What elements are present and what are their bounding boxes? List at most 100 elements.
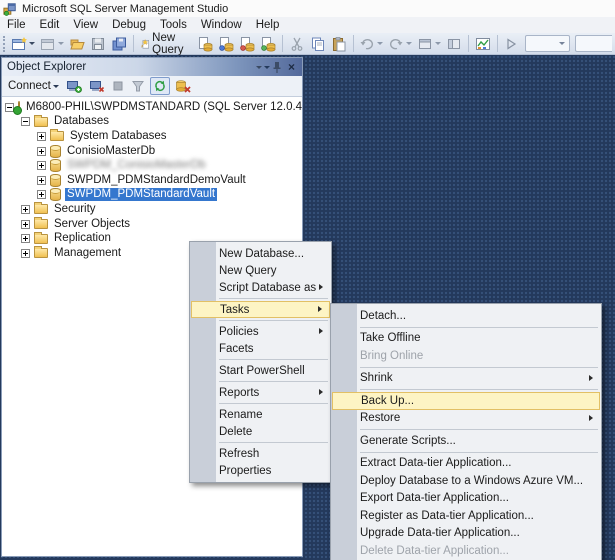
new-query-button[interactable]: New Query [138, 32, 194, 56]
menu-item-restore[interactable]: Restore [332, 410, 600, 428]
tree-item-databases[interactable]: Databases [2, 114, 302, 130]
menubar-item-tools[interactable]: Tools [153, 18, 194, 32]
menubar-item-window[interactable]: Window [194, 18, 249, 32]
tree-item-server-objects[interactable]: Server Objects [2, 217, 302, 232]
expand-toggle-icon[interactable] [37, 146, 46, 156]
secondary-combobox[interactable] [574, 35, 612, 52]
open-file-button[interactable] [67, 34, 87, 54]
menu-item-register-as-data-tier-application[interactable]: Register as Data-tier Application... [332, 507, 600, 525]
analysis-mdx-query-button[interactable] [216, 34, 236, 54]
disconnect-object-explorer-button[interactable] [87, 77, 107, 95]
menu-item-take-offline[interactable]: Take Offline [332, 330, 600, 348]
filter-button[interactable] [129, 77, 147, 95]
menu-item-properties[interactable]: Properties [191, 462, 330, 479]
navigate-window-button[interactable] [415, 34, 443, 54]
expand-toggle-icon[interactable] [21, 248, 30, 258]
submenu-arrow-icon [589, 374, 593, 381]
auto-hide-pin-button[interactable] [269, 60, 284, 74]
menubar-item-help[interactable]: Help [249, 18, 287, 32]
menubar-item-debug[interactable]: Debug [105, 18, 153, 32]
tree-item-security[interactable]: Security [2, 202, 302, 217]
toolbar-grip-handle[interactable] [3, 35, 6, 52]
menu-item-back-up[interactable]: Back Up... [332, 392, 600, 410]
paste-button[interactable] [329, 34, 349, 54]
paste-icon [332, 36, 346, 51]
menu-item-generate-scripts[interactable]: Generate Scripts... [332, 432, 600, 450]
tree-item-conisiomasterdb[interactable]: ConisioMasterDb [2, 144, 302, 159]
submenu-arrow-icon [318, 306, 322, 312]
redo-dropdown-caret[interactable] [406, 42, 413, 45]
tasks-submenu: Detach... Take Offline Bring Online Shrink B… [330, 303, 602, 560]
database-engine-query-icon [199, 36, 213, 51]
tree-item-label: M6800-PHIL\SWPDMSTANDARD (SQL Server 12.… [26, 100, 302, 113]
menubar-item-view[interactable]: View [66, 18, 105, 32]
menu-item-facets[interactable]: Facets [191, 340, 330, 357]
menu-item-start-powershell[interactable]: Start PowerShell [191, 362, 330, 379]
connect-object-explorer-button[interactable] [64, 77, 84, 95]
refresh-button[interactable] [149, 77, 170, 95]
tree-item-swpdm-pdmstandarddemovault[interactable]: SWPDM_PDMStandardDemoVault [2, 173, 302, 188]
tree-item-m6800-phil-swpdmstandard-sql-server-12-0-4487-innc[interactable]: M6800-PHIL\SWPDMSTANDARD (SQL Server 12.… [2, 100, 302, 115]
navigate-window-dropdown-caret[interactable] [435, 42, 442, 45]
copy-button[interactable] [308, 34, 328, 54]
menu-item-new-database[interactable]: New Database... [191, 245, 330, 262]
available-databases-combobox[interactable] [524, 35, 570, 52]
menubar-item-file[interactable]: File [0, 18, 33, 32]
collapse-toggle-icon[interactable] [21, 117, 30, 127]
expand-toggle-icon[interactable] [37, 161, 46, 171]
menu-item-upgrade-data-tier-application[interactable]: Upgrade Data-tier Application... [332, 525, 600, 543]
new-item-dropdown-caret[interactable] [29, 42, 36, 45]
tree-item-system-databases[interactable]: System Databases [2, 129, 302, 144]
tree-item-swpdm-conisiomasterdb[interactable]: SWPDM_ConisioMasterDb [2, 158, 302, 173]
activity-monitor-button[interactable] [473, 34, 493, 54]
undo-button[interactable] [357, 34, 385, 54]
menu-item-detach[interactable]: Detach... [332, 307, 600, 325]
tree-item-label: Management [54, 246, 122, 259]
add-item-button[interactable] [38, 34, 66, 54]
expand-toggle-icon[interactable] [37, 190, 46, 200]
window-position-button[interactable] [254, 60, 270, 74]
expand-toggle-icon[interactable] [37, 175, 46, 185]
add-item-dropdown-caret[interactable] [58, 42, 65, 45]
menu-item-refresh[interactable]: Refresh [191, 445, 330, 462]
save-button[interactable] [88, 34, 108, 54]
menu-separator [219, 298, 328, 299]
menu-item-extract-data-tier-application[interactable]: Extract Data-tier Application... [332, 455, 600, 473]
debug-play-button[interactable] [502, 34, 520, 54]
new-item-button[interactable] [9, 34, 37, 54]
menu-item-reports[interactable]: Reports [191, 384, 330, 401]
expand-toggle-icon[interactable] [37, 131, 46, 141]
menu-item-new-query[interactable]: New Query [191, 262, 330, 279]
object-explorer-titlebar[interactable]: Object Explorer × [2, 58, 302, 76]
menu-item-script-database-as[interactable]: Script Database as [191, 279, 330, 296]
pin-icon [273, 62, 280, 73]
menu-item-policies[interactable]: Policies [191, 323, 330, 340]
expand-toggle-icon[interactable] [21, 234, 30, 244]
expand-toggle-icon[interactable] [21, 204, 30, 214]
expand-toggle-icon[interactable] [21, 219, 30, 229]
stop-button[interactable] [110, 77, 126, 95]
menu-item-rename[interactable]: Rename [191, 406, 330, 423]
database-engine-query-button[interactable] [195, 34, 215, 54]
properties-window-button[interactable] [444, 34, 464, 54]
server-icon [13, 100, 22, 115]
menu-item-tasks[interactable]: Tasks [191, 301, 330, 318]
undo-dropdown-caret[interactable] [377, 42, 384, 45]
menu-item-delete[interactable]: Delete [191, 423, 330, 440]
redo-button[interactable] [386, 34, 414, 54]
menu-item-shrink[interactable]: Shrink [332, 370, 600, 388]
menu-item-export-data-tier-application[interactable]: Export Data-tier Application... [332, 490, 600, 508]
analysis-mdx-query-icon [219, 36, 234, 51]
close-panel-button[interactable]: × [284, 60, 299, 74]
menubar-item-edit[interactable]: Edit [33, 18, 67, 32]
save-all-button[interactable] [109, 34, 129, 54]
cut-button[interactable] [287, 34, 307, 54]
tree-item-label: Server Objects [54, 217, 131, 230]
connect-dropdown-button[interactable]: Connect [6, 77, 61, 95]
tree-item-swpdm-pdmstandardvault[interactable]: SWPDM_PDMStandardVault [2, 188, 302, 203]
analysis-dmx-query-button[interactable] [237, 34, 257, 54]
menu-item-deploy-database-to-a-windows-azure-vm[interactable]: Deploy Database to a Windows Azure VM... [332, 472, 600, 490]
combobox-dropdown-button[interactable] [555, 37, 568, 50]
analysis-xmla-query-button[interactable] [258, 34, 278, 54]
remove-connection-button[interactable] [173, 77, 193, 95]
